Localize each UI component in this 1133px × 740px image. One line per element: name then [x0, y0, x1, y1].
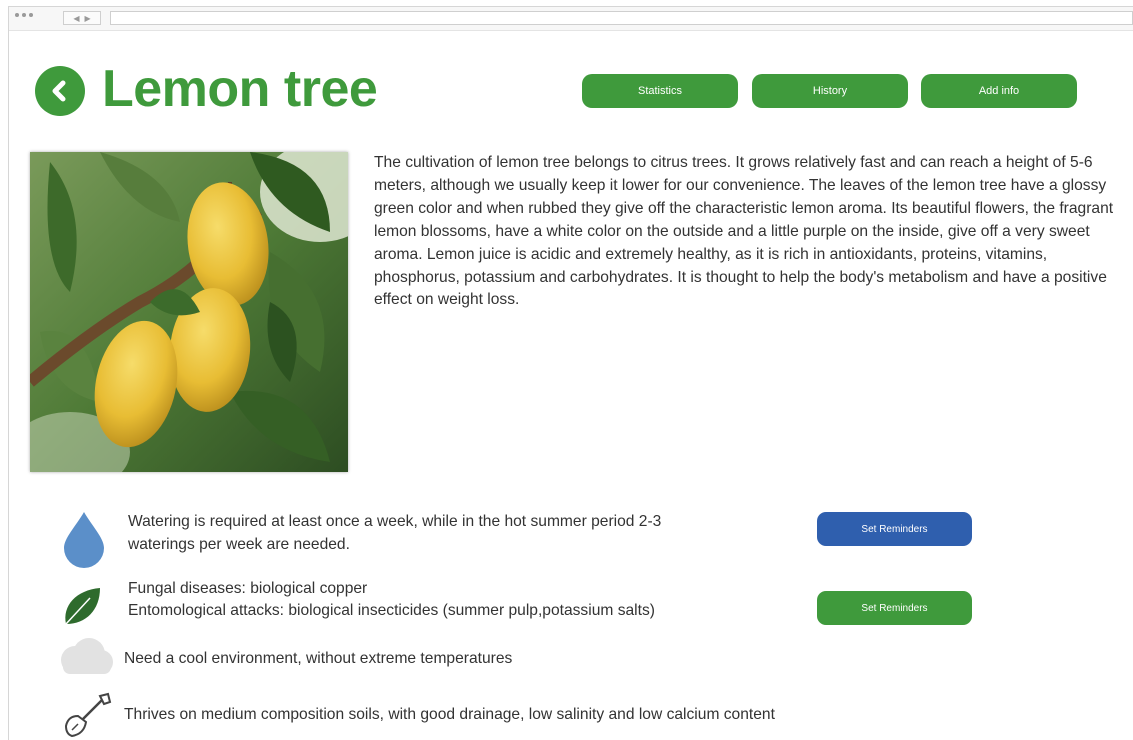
plant-description: The cultivation of lemon tree belongs to…: [374, 154, 1114, 309]
shovel-icon: [64, 692, 112, 738]
page-title: Lemon tree: [102, 60, 378, 118]
window-controls[interactable]: [15, 13, 33, 17]
nav-back-arrow-icon[interactable]: ◀: [73, 14, 79, 23]
browser-nav-arrows[interactable]: ◀ ▶: [63, 11, 101, 25]
statistics-button[interactable]: Statistics: [582, 74, 738, 108]
watering-text-line2: waterings per week are needed.: [128, 536, 350, 553]
leaf-icon: [65, 588, 100, 625]
nav-forward-arrow-icon[interactable]: ▶: [85, 14, 91, 23]
watering-set-reminders-button[interactable]: Set Reminders: [817, 512, 972, 546]
lemon-tree-photo: [30, 152, 348, 472]
window-dot-icon[interactable]: [15, 13, 19, 17]
address-bar[interactable]: [110, 11, 1133, 25]
pests-text-line1: Fungal diseases: biological copper: [128, 580, 368, 597]
history-button[interactable]: History: [752, 74, 908, 108]
watering-text-line1: Watering is required at least once a wee…: [128, 513, 662, 530]
browser-toolbar: ◀ ▶: [9, 7, 1133, 31]
pests-text-line2: Entomological attacks: biological insect…: [128, 602, 655, 619]
cloud-icon: [61, 638, 113, 674]
window-dot-icon[interactable]: [22, 13, 26, 17]
back-button[interactable]: [35, 66, 85, 116]
add-info-button[interactable]: Add info: [921, 74, 1077, 108]
water-drop-icon: [64, 512, 104, 568]
soil-text: Thrives on medium composition soils, wit…: [124, 706, 775, 723]
chevron-left-icon: [52, 80, 66, 102]
window-dot-icon[interactable]: [29, 13, 33, 17]
pests-set-reminders-button[interactable]: Set Reminders: [817, 591, 972, 625]
climate-text: Need a cool environment, without extreme…: [124, 650, 513, 667]
